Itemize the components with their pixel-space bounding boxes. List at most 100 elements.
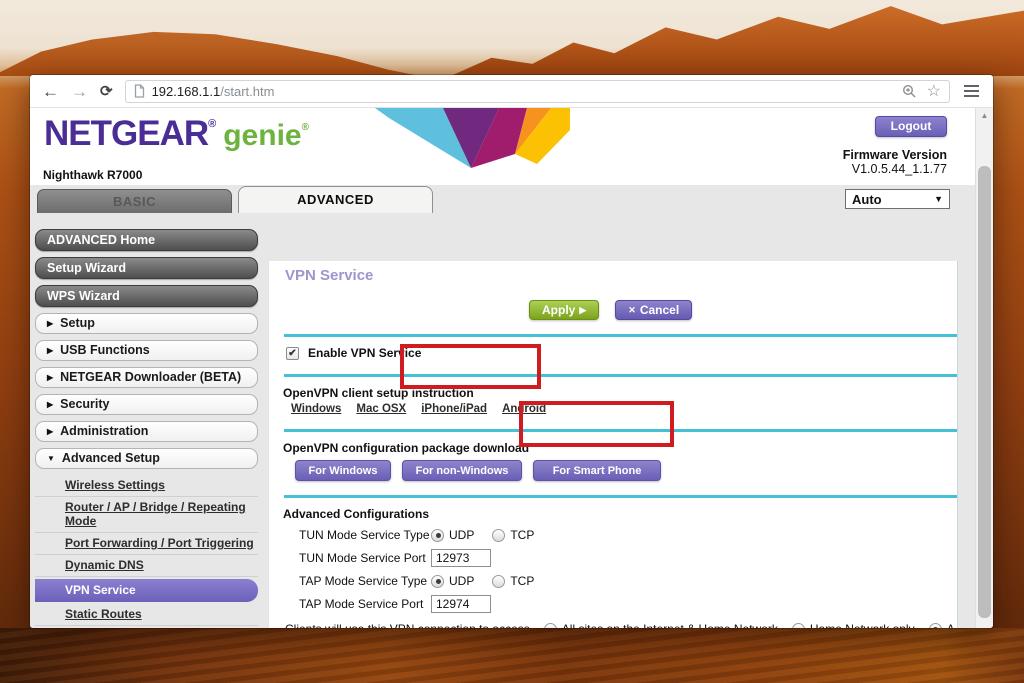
registered-mark: ® <box>208 118 217 130</box>
site-header: NETGEAR® genie® Nighthawk R7000 Logout Fi… <box>30 108 975 185</box>
apply-label: Apply <box>542 303 576 317</box>
action-buttons: Apply ▶ ✕ Cancel <box>529 300 957 320</box>
logo-ribbon-shapes <box>375 108 570 168</box>
firmware-block: Firmware Version V1.0.5.44_1.1.77 <box>843 148 947 176</box>
link-iphone-ipad[interactable]: iPhone/iPad <box>421 403 487 415</box>
link-windows[interactable]: Windows <box>291 403 341 415</box>
cancel-label: Cancel <box>639 303 680 317</box>
scroll-up-icon[interactable]: ▲ <box>976 108 993 124</box>
divider <box>284 495 957 498</box>
page-title: VPN Service <box>285 267 374 284</box>
access-all-sites-label: All sites on the Internet & Home Network <box>562 622 778 628</box>
firmware-version: V1.0.5.44_1.1.77 <box>851 162 947 176</box>
url-input[interactable]: 192.168.1.1/start.htm ☆ <box>124 79 950 103</box>
back-button[interactable]: ← <box>42 83 59 100</box>
x-icon: ✕ <box>628 304 636 315</box>
for-windows-button[interactable]: For Windows <box>295 460 391 481</box>
sidebar-item-label: NETGEAR Downloader (BETA) <box>60 370 242 384</box>
tap-port-row: TAP Mode Service Port <box>299 595 957 613</box>
sidebar-item-remote-management[interactable]: Remote Management <box>35 626 258 628</box>
divider <box>284 374 957 377</box>
chevron-right-icon: ▶ <box>47 319 54 328</box>
tab-basic[interactable]: BASIC <box>37 189 232 213</box>
tap-udp-radio[interactable] <box>431 574 444 588</box>
enable-vpn-checkbox[interactable]: ✔ <box>286 346 299 360</box>
zoom-icon[interactable] <box>902 84 917 99</box>
tun-udp-radio[interactable] <box>431 528 444 542</box>
sidebar-item-advanced-home[interactable]: ADVANCED Home <box>35 229 258 251</box>
sidebar-item-usb-functions[interactable]: ▶ USB Functions <box>35 340 258 361</box>
scrollbar-thumb[interactable] <box>978 166 991 618</box>
reload-button[interactable]: ⟳ <box>100 84 113 99</box>
chevron-down-icon: ▼ <box>47 454 55 463</box>
chevron-down-icon: ▼ <box>934 194 943 204</box>
sidebar-item-label: Administration <box>60 424 149 438</box>
sidebar-item-label: Advanced Setup <box>61 451 160 465</box>
url-text: 192.168.1.1/start.htm <box>152 84 275 99</box>
sidebar-item-wps-wizard[interactable]: WPS Wizard <box>35 285 258 307</box>
arrow-right-icon: ▶ <box>579 304 587 315</box>
tap-type-row: TAP Mode Service Type UDP TCP <box>299 572 957 590</box>
sidebar-item-administration[interactable]: ▶ Administration <box>35 421 258 442</box>
udp-label: UDP <box>449 528 475 542</box>
model-label: Nighthawk R7000 <box>43 168 143 182</box>
sidebar-item-label: USB Functions <box>60 343 150 357</box>
browser-toolbar: ← → ⟳ 192.168.1.1/start.htm ☆ <box>30 75 993 108</box>
tun-port-label: TUN Mode Service Port <box>299 551 426 565</box>
tab-strip: BASIC ADVANCED Auto ▼ <box>30 185 975 213</box>
netgear-genie-logo: NETGEAR® genie® <box>44 114 309 154</box>
sidebar-item-vpn-service[interactable]: VPN Service <box>35 579 258 602</box>
package-download-buttons: For Windows For non-Windows For Smart Ph… <box>295 460 957 481</box>
sidebar-item-port-forwarding[interactable]: Port Forwarding / Port Triggering <box>35 533 258 555</box>
vpn-access-label: Clients will use this VPN connection to … <box>285 622 530 628</box>
tun-tcp-radio[interactable] <box>492 528 506 542</box>
sidebar-item-router-ap-bridge[interactable]: Router / AP / Bridge / Repeating Mode <box>35 497 258 533</box>
sidebar-item-setup[interactable]: ▶ Setup <box>35 313 258 334</box>
forward-button[interactable]: → <box>71 83 88 100</box>
for-non-windows-button[interactable]: For non-Windows <box>402 460 522 481</box>
cancel-button[interactable]: ✕ Cancel <box>615 300 693 320</box>
sidebar-item-advanced-setup[interactable]: ▼ Advanced Setup <box>35 448 258 469</box>
for-smart-phone-button[interactable]: For Smart Phone <box>533 460 661 481</box>
divider <box>284 334 957 337</box>
sidebar-nav: ADVANCED Home Setup Wizard WPS Wizard ▶ … <box>35 229 258 628</box>
enable-vpn-row: ✔ Enable VPN Service <box>286 346 957 360</box>
vpn-access-row: Clients will use this VPN connection to … <box>285 621 957 628</box>
access-all-sites-radio[interactable] <box>543 622 557 628</box>
tcp-label: TCP <box>510 574 535 588</box>
mode-dropdown[interactable]: Auto ▼ <box>845 189 950 209</box>
tab-advanced[interactable]: ADVANCED <box>238 186 433 213</box>
tun-port-row: TUN Mode Service Port <box>299 549 957 567</box>
sidebar-item-label: Security <box>60 397 110 411</box>
mode-dropdown-value: Auto <box>852 191 882 207</box>
apply-button[interactable]: Apply ▶ <box>529 300 600 320</box>
divider <box>284 429 957 432</box>
scrollbar[interactable]: ▲ <box>975 108 993 628</box>
tap-type-label: TAP Mode Service Type <box>299 574 428 588</box>
advanced-configurations-heading: Advanced Configurations <box>283 507 430 521</box>
sidebar-item-setup-wizard[interactable]: Setup Wizard <box>35 257 258 279</box>
tap-tcp-radio[interactable] <box>492 574 506 588</box>
access-auto-radio[interactable] <box>928 622 942 628</box>
logout-button[interactable]: Logout <box>875 116 947 137</box>
bookmark-star-icon[interactable]: ☆ <box>927 81 941 101</box>
sidebar-item-netgear-downloader[interactable]: ▶ NETGEAR Downloader (BETA) <box>35 367 258 388</box>
sidebar-item-static-routes[interactable]: Static Routes <box>35 604 258 626</box>
tap-port-input[interactable] <box>431 595 491 613</box>
tap-port-label: TAP Mode Service Port <box>299 597 424 611</box>
registered-mark: ® <box>301 122 309 133</box>
enable-vpn-label: Enable VPN Service <box>308 346 422 360</box>
access-home-only-radio[interactable] <box>791 622 805 628</box>
menu-button[interactable] <box>962 83 981 100</box>
sidebar-item-dynamic-dns[interactable]: Dynamic DNS <box>35 555 258 577</box>
tun-type-row: TUN Mode Service Type UDP TCP <box>299 526 957 544</box>
sidebar-item-security[interactable]: ▶ Security <box>35 394 258 415</box>
udp-label: UDP <box>449 574 475 588</box>
genie-logo-text: genie <box>223 119 302 152</box>
access-auto-label-clipped: A <box>947 622 955 628</box>
page-icon <box>134 84 144 98</box>
link-android[interactable]: Android <box>502 403 546 415</box>
link-mac-osx[interactable]: Mac OSX <box>356 403 406 415</box>
sidebar-item-wireless-settings[interactable]: Wireless Settings <box>35 475 258 497</box>
tun-port-input[interactable] <box>431 549 491 567</box>
